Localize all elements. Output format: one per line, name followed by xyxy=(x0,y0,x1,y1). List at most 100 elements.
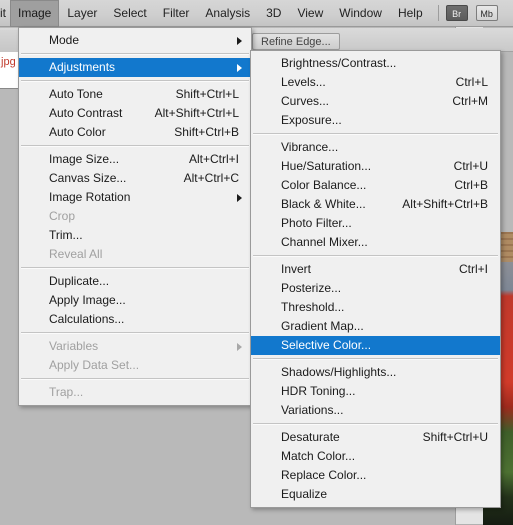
document-tab[interactable]: .jpg xyxy=(0,52,20,75)
menu-item-label: Image Rotation xyxy=(49,190,131,204)
menu-separator xyxy=(21,267,249,269)
menubar-item-3d[interactable]: 3D xyxy=(258,0,289,27)
menu-item-auto-contrast[interactable]: Auto Contrast Alt+Shift+Ctrl+L xyxy=(19,104,251,123)
menu-item-label: Reveal All xyxy=(49,247,103,261)
menu-separator xyxy=(21,53,249,55)
menu-item-gradient-map[interactable]: Gradient Map... xyxy=(251,317,500,336)
menu-item-threshold[interactable]: Threshold... xyxy=(251,298,500,317)
menu-item-label: Posterize... xyxy=(281,281,342,295)
menu-item-auto-color[interactable]: Auto Color Shift+Ctrl+B xyxy=(19,123,251,142)
menu-item-label: Vibrance... xyxy=(281,140,339,154)
menubar-item-help[interactable]: Help xyxy=(390,0,431,27)
menu-item-shortcut: Ctrl+L xyxy=(455,75,488,89)
menu-item-auto-tone[interactable]: Auto Tone Shift+Ctrl+L xyxy=(19,85,251,104)
menu-item-desaturate[interactable]: Desaturate Shift+Ctrl+U xyxy=(251,428,500,447)
image-menu-popup[interactable]: Mode Adjustments Auto Tone Shift+Ctrl+L Auto… xyxy=(18,27,252,406)
menu-item-shortcut: Alt+Shift+Ctrl+B xyxy=(402,197,488,211)
menu-item-vibrance[interactable]: Vibrance... xyxy=(251,138,500,157)
menu-item-hdr-toning[interactable]: HDR Toning... xyxy=(251,382,500,401)
menu-item-hue-saturation[interactable]: Hue/Saturation... Ctrl+U xyxy=(251,157,500,176)
menu-separator xyxy=(21,378,249,380)
menubar-item-image[interactable]: Image xyxy=(10,0,60,27)
menu-item-color-balance[interactable]: Color Balance... Ctrl+B xyxy=(251,176,500,195)
menubar-item-layer[interactable]: Layer xyxy=(59,0,105,27)
menu-item-shortcut: Ctrl+M xyxy=(452,94,488,108)
menu-item-trim[interactable]: Trim... xyxy=(19,226,251,245)
menu-item-trap: Trap... xyxy=(19,383,251,402)
menu-item-label: Gradient Map... xyxy=(281,319,364,333)
menu-item-label: Canvas Size... xyxy=(49,171,127,185)
menu-item-exposure[interactable]: Exposure... xyxy=(251,111,500,130)
menubar-item-select[interactable]: Select xyxy=(105,0,154,27)
menu-item-posterize[interactable]: Posterize... xyxy=(251,279,500,298)
menu-item-black-white[interactable]: Black & White... Alt+Shift+Ctrl+B xyxy=(251,195,500,214)
menu-item-shortcut: Alt+Ctrl+I xyxy=(188,152,239,166)
menu-item-curves[interactable]: Curves... Ctrl+M xyxy=(251,92,500,111)
submenu-arrow-icon xyxy=(237,37,242,45)
menu-item-label: Calculations... xyxy=(49,312,125,326)
menu-item-replace-color[interactable]: Replace Color... xyxy=(251,466,500,485)
submenu-arrow-icon xyxy=(237,64,242,72)
menu-item-match-color[interactable]: Match Color... xyxy=(251,447,500,466)
mini-bridge-button[interactable]: Mb xyxy=(475,5,498,21)
menu-bar-items: it Image Layer Select Filter Analysis 3D View Wi… xyxy=(0,0,431,27)
menu-separator xyxy=(21,332,249,334)
menu-item-label: Adjustments xyxy=(49,60,116,74)
menu-item-shortcut: Shift+Ctrl+B xyxy=(174,125,239,139)
menu-item-label: Variables xyxy=(49,339,99,353)
menu-item-calculations[interactable]: Calculations... xyxy=(19,310,251,329)
menubar-item-view[interactable]: View xyxy=(289,0,331,27)
menu-bar-separator xyxy=(437,5,439,21)
menu-item-mode[interactable]: Mode xyxy=(19,31,251,50)
menu-item-label: Replace Color... xyxy=(281,468,367,482)
menu-item-label: Duplicate... xyxy=(49,274,110,288)
menu-item-levels[interactable]: Levels... Ctrl+L xyxy=(251,73,500,92)
menu-item-photo-filter[interactable]: Photo Filter... xyxy=(251,214,500,233)
menu-item-shadows-highlights[interactable]: Shadows/Highlights... xyxy=(251,363,500,382)
menu-item-equalize[interactable]: Equalize xyxy=(251,485,500,504)
menubar-item-analysis[interactable]: Analysis xyxy=(197,0,258,27)
menu-item-label: Invert xyxy=(281,262,312,276)
menu-item-shortcut: Alt+Ctrl+C xyxy=(183,171,239,185)
menu-item-label: Channel Mixer... xyxy=(281,235,368,249)
bridge-button[interactable]: Br xyxy=(445,5,468,21)
menu-item-shortcut: Ctrl+B xyxy=(454,178,488,192)
menu-item-apply-image[interactable]: Apply Image... xyxy=(19,291,251,310)
menu-item-invert[interactable]: Invert Ctrl+I xyxy=(251,260,500,279)
menu-item-label: Brightness/Contrast... xyxy=(281,56,397,70)
menu-item-label: Apply Image... xyxy=(49,293,126,307)
menubar-item-filter[interactable]: Filter xyxy=(155,0,198,27)
menu-item-label: Equalize xyxy=(281,487,328,501)
menu-item-label: Mode xyxy=(49,33,80,47)
menu-item-duplicate[interactable]: Duplicate... xyxy=(19,272,251,291)
menu-item-label: Selective Color... xyxy=(281,338,372,352)
menu-item-label: Desaturate xyxy=(281,430,340,444)
menu-item-label: Match Color... xyxy=(281,449,356,463)
menu-item-label: Auto Tone xyxy=(49,87,103,101)
menu-item-image-rotation[interactable]: Image Rotation xyxy=(19,188,251,207)
menu-item-reveal-all: Reveal All xyxy=(19,245,251,264)
menu-item-label: Apply Data Set... xyxy=(49,358,140,372)
menu-item-label: Crop xyxy=(49,209,76,223)
menu-item-canvas-size[interactable]: Canvas Size... Alt+Ctrl+C xyxy=(19,169,251,188)
menubar-item-window[interactable]: Window xyxy=(331,0,390,27)
menu-item-brightness-contrast[interactable]: Brightness/Contrast... xyxy=(251,54,500,73)
menu-item-label: Curves... xyxy=(281,94,330,108)
menu-item-label: Photo Filter... xyxy=(281,216,352,230)
menu-item-adjustments[interactable]: Adjustments xyxy=(19,58,251,77)
document-tab-label: .jpg xyxy=(0,56,16,68)
menu-item-selective-color[interactable]: Selective Color... xyxy=(251,336,500,355)
menubar-item-it[interactable]: it xyxy=(0,0,10,27)
menu-item-label: HDR Toning... xyxy=(281,384,356,398)
adjustments-submenu-popup[interactable]: Brightness/Contrast... Levels... Ctrl+L Cur… xyxy=(250,50,501,508)
menu-item-label: Auto Contrast xyxy=(49,106,123,120)
menu-item-variations[interactable]: Variations... xyxy=(251,401,500,420)
menu-separator xyxy=(21,145,249,147)
menu-item-label: Trim... xyxy=(49,228,83,242)
menu-item-apply-data-set: Apply Data Set... xyxy=(19,356,251,375)
menu-item-image-size[interactable]: Image Size... Alt+Ctrl+I xyxy=(19,150,251,169)
menu-item-channel-mixer[interactable]: Channel Mixer... xyxy=(251,233,500,252)
menu-item-label: Auto Color xyxy=(49,125,106,139)
refine-edge-button[interactable]: Refine Edge... xyxy=(252,33,340,50)
menu-item-label: Color Balance... xyxy=(281,178,367,192)
